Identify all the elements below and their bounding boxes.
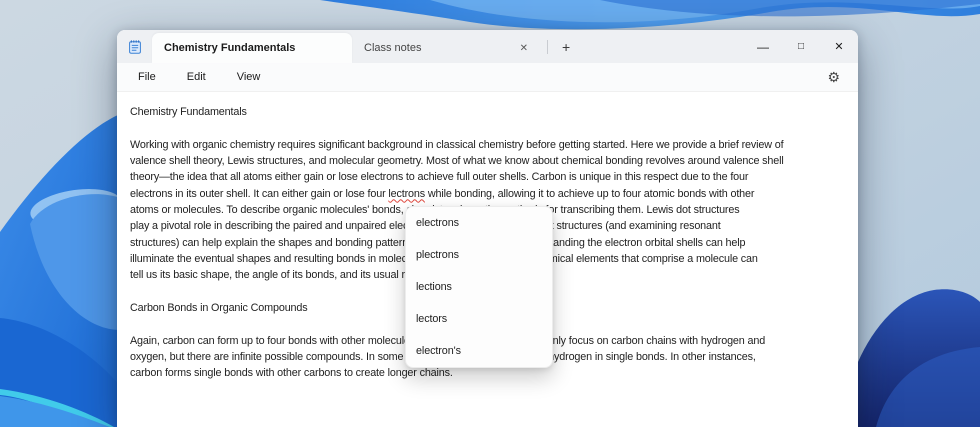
menu-edit[interactable]: Edit (178, 67, 215, 87)
menu-file[interactable]: File (129, 67, 165, 87)
doc-line (130, 120, 850, 136)
tab-class-notes[interactable]: Class notes ✕ (352, 33, 545, 63)
settings-gear-icon[interactable]: ⚙ (821, 67, 846, 88)
menubar: File Edit View ⚙ (117, 63, 858, 92)
tab-divider (547, 39, 548, 54)
screen: Chemistry Fundamentals Class notes ✕ + —… (0, 0, 980, 427)
suggestion-item[interactable]: electron's (406, 335, 552, 367)
notepad-window: Chemistry Fundamentals Class notes ✕ + —… (117, 30, 858, 427)
titlebar[interactable]: Chemistry Fundamentals Class notes ✕ + —… (117, 30, 858, 63)
misspell-before: electrons in its outer shell. It can eit… (130, 187, 389, 200)
spellcheck-suggestions-menu: electrons plectrons lections lectors ele… (405, 206, 553, 368)
minimize-button[interactable]: — (744, 30, 782, 63)
misspell-after: while bonding, allowing it to achieve up… (424, 187, 755, 200)
doc-line: Working with organic chemistry requires … (130, 138, 784, 151)
doc-line-misspelled: electrons in its outer shell. It can eit… (130, 186, 850, 202)
suggestion-item[interactable]: plectrons (406, 239, 552, 271)
suggestion-item[interactable]: lections (406, 271, 552, 303)
suggestion-item[interactable]: electrons (406, 207, 552, 239)
close-button[interactable]: ✕ (820, 30, 858, 63)
suggestion-item[interactable]: lectors (406, 303, 552, 335)
notepad-app-icon (117, 30, 152, 63)
misspelled-word[interactable]: lectrons (388, 188, 425, 200)
window-controls: — □ ✕ (744, 30, 858, 63)
maximize-button[interactable]: □ (782, 30, 820, 63)
new-tab-button[interactable]: + (554, 37, 578, 57)
doc-line: theory—the idea that all atoms either ga… (130, 171, 749, 184)
tab-label: Class notes (364, 42, 422, 54)
doc-line: Chemistry Fundamentals (130, 106, 247, 118)
doc-line: valence shell theory, Lewis structures, … (130, 154, 784, 167)
tab-label: Chemistry Fundamentals (164, 42, 296, 54)
close-tab-icon[interactable]: ✕ (515, 41, 533, 56)
menu-view[interactable]: View (228, 67, 270, 87)
tab-chemistry-fundamentals[interactable]: Chemistry Fundamentals (152, 33, 352, 63)
